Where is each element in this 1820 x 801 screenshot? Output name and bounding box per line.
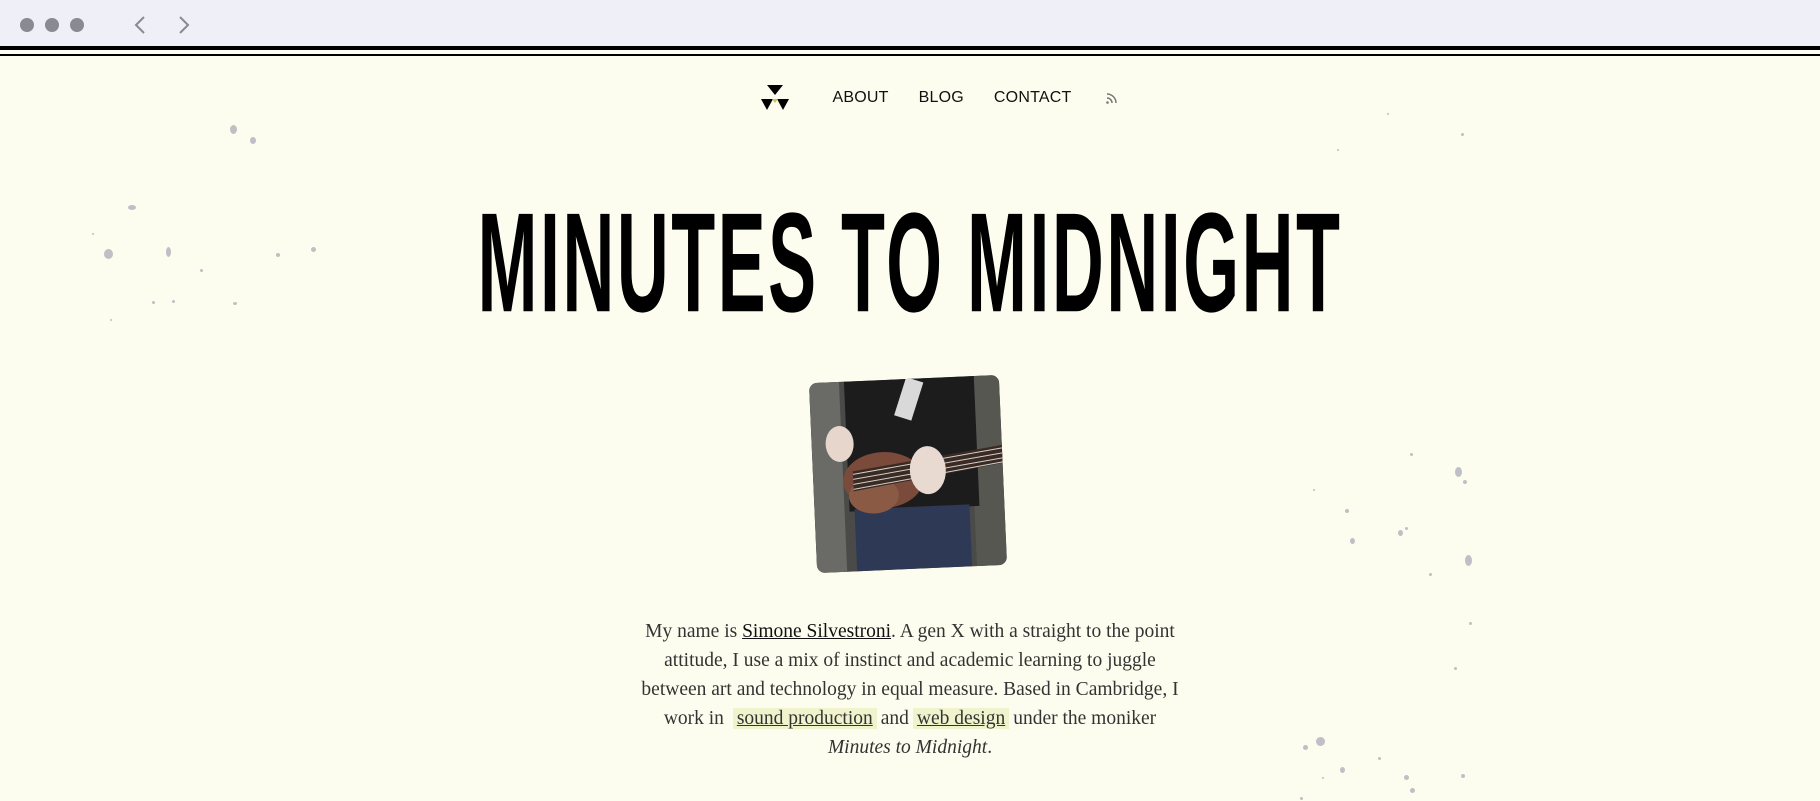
nav-contact-link[interactable]: CONTACT bbox=[994, 89, 1072, 107]
rss-icon[interactable] bbox=[1104, 90, 1120, 106]
bio-intro: My name is bbox=[645, 621, 743, 642]
moniker-text: Minutes to Midnight bbox=[827, 737, 988, 758]
bio-text-2: under the moniker bbox=[1013, 708, 1157, 729]
site-logo-icon[interactable] bbox=[760, 83, 790, 113]
browser-chrome bbox=[0, 0, 1820, 56]
bio-paragraph: My name is Simone Silvestroni. A gen X w… bbox=[630, 617, 1190, 762]
window-minimize-dot[interactable] bbox=[45, 18, 59, 32]
site-title: MINUTES TO MIDNIGHT bbox=[477, 183, 1343, 342]
nav-about-link[interactable]: ABOUT bbox=[833, 89, 889, 107]
bio-and: and bbox=[880, 708, 909, 729]
author-name-link[interactable]: Simone Silvestroni bbox=[742, 621, 891, 642]
forward-arrow-icon[interactable] bbox=[172, 12, 196, 38]
nav-blog-link[interactable]: BLOG bbox=[919, 89, 964, 107]
profile-photo-bass-player bbox=[808, 374, 1008, 574]
main-navigation: ABOUT BLOG CONTACT bbox=[0, 83, 1820, 113]
back-arrow-icon[interactable] bbox=[128, 12, 152, 38]
window-close-dot[interactable] bbox=[20, 18, 34, 32]
bio-end: . bbox=[987, 737, 993, 758]
sound-production-link[interactable]: sound production bbox=[732, 708, 877, 729]
window-maximize-dot[interactable] bbox=[70, 18, 84, 32]
page: ABOUT BLOG CONTACT MINUTES TO MIDNIGHT M… bbox=[0, 57, 1820, 801]
web-design-link[interactable]: web design bbox=[912, 708, 1010, 729]
